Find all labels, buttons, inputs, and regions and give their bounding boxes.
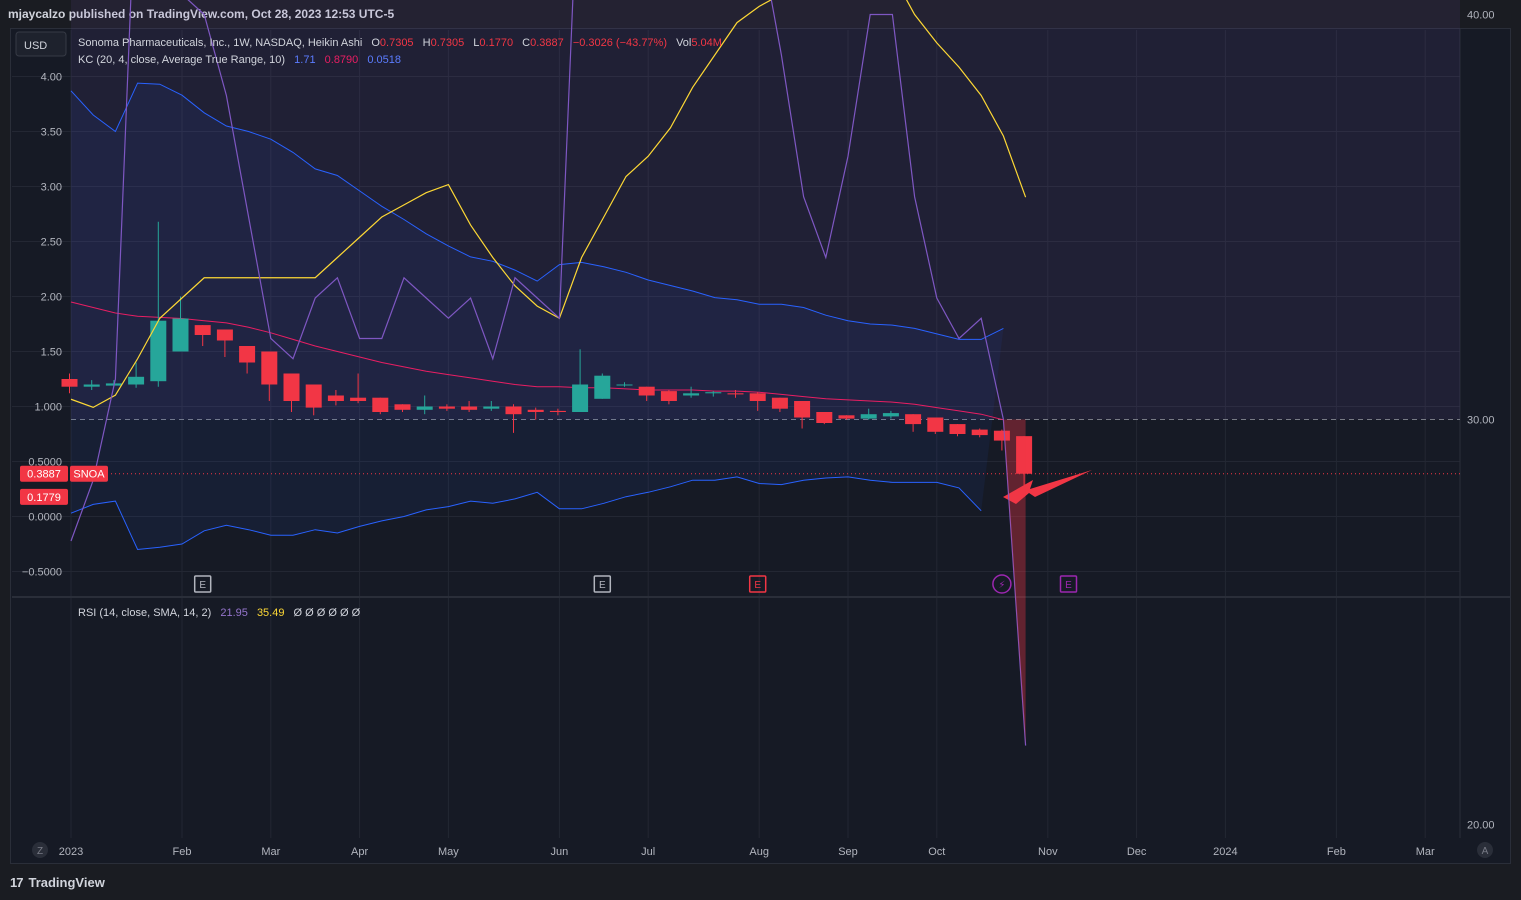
event-marker-label: ⚡ <box>998 580 1005 591</box>
time-tick-label: Sep <box>838 846 858 858</box>
price-tick-label: −0.5000 <box>22 567 62 579</box>
candle-body <box>461 406 478 410</box>
event-marker-label: E <box>599 580 606 591</box>
candle-body <box>327 395 344 401</box>
time-tick-label: Jul <box>641 846 655 858</box>
candle-body <box>239 346 256 363</box>
time-tick-label: Feb <box>173 846 192 858</box>
time-tick-label: Aug <box>749 846 769 858</box>
candle-body <box>416 406 433 410</box>
price-tick-label: 3.50 <box>41 127 62 139</box>
low-price-label: 0.1779 <box>27 492 61 504</box>
time-tick-label: 2024 <box>1213 846 1237 858</box>
rsi-tick-label: 30.00 <box>1467 415 1495 427</box>
event-marker-label: E <box>1065 580 1072 591</box>
tradingview-logo-icon: 17 <box>10 874 24 890</box>
candle-body <box>572 384 589 412</box>
ticker-label: SNOA <box>73 469 105 481</box>
candle-body <box>283 373 300 401</box>
price-tick-label: 1.000 <box>34 402 62 414</box>
candle-body <box>372 397 389 412</box>
legend-symbol-line: Sonoma Pharmaceuticals, Inc., 1W, NASDAQ… <box>78 37 722 49</box>
currency-label: USD <box>24 40 47 52</box>
time-tick-label: May <box>438 846 459 858</box>
time-tick-label: Mar <box>1416 846 1435 858</box>
candle-body <box>61 379 78 387</box>
rsi-tick-label: 20.00 <box>1467 820 1495 832</box>
candle-body <box>838 415 855 419</box>
candle-body <box>860 414 877 419</box>
candle-body <box>616 384 633 386</box>
candle-body <box>749 393 766 401</box>
candle-body <box>261 351 278 385</box>
event-markers: E E E ⚡ E <box>193 574 1078 594</box>
candle-body <box>505 406 522 415</box>
candle-body <box>771 397 788 409</box>
legend-kc-line: KC (20, 4, close, Average True Range, 10… <box>78 54 401 66</box>
time-tick-label: Mar <box>261 846 280 858</box>
footer-brand-text: TradingView <box>28 874 105 890</box>
candle-body <box>305 384 322 408</box>
candle-body <box>172 318 189 352</box>
candle-body <box>638 386 655 396</box>
time-tick-label: Oct <box>928 846 945 858</box>
last-price-label: 0.3887 <box>27 469 61 481</box>
time-tick-label: Nov <box>1038 846 1058 858</box>
candle-body <box>549 410 566 412</box>
time-tick-label: Feb <box>1327 846 1346 858</box>
rsi-tick-label: 40.00 <box>1467 10 1495 22</box>
event-marker-label: E <box>754 580 761 591</box>
candle-body <box>927 417 944 432</box>
time-tick-label: 2023 <box>59 846 83 858</box>
candle-body <box>83 384 100 387</box>
rsi-axis: 70.0060.0050.0040.0030.0020.00 <box>1467 10 1495 832</box>
price-tick-label: 2.50 <box>41 237 62 249</box>
candle-body <box>594 375 611 399</box>
candle-body <box>971 429 988 436</box>
candle-body <box>527 409 544 412</box>
price-tick-label: 1.50 <box>41 347 62 359</box>
event-marker-label: E <box>199 580 206 591</box>
candle-body <box>727 393 744 395</box>
candle-body <box>794 401 811 418</box>
candle-body <box>394 404 411 410</box>
zoom-label: Z <box>37 846 43 857</box>
price-tick-label: 4.00 <box>41 72 62 84</box>
footer-brand[interactable]: 17 TradingView <box>10 872 105 892</box>
price-tick-label: 2.00 <box>41 292 62 304</box>
time-axis: 2023 Feb Mar Apr May Jun Jul Aug Sep Oct Nov Dec 202… <box>59 846 1435 858</box>
legend-rsi-line: RSI (14, close, SMA, 14, 2) 21.95 35.49 … <box>78 607 361 619</box>
candle-body <box>905 414 922 425</box>
candle-body <box>816 412 833 423</box>
candle-body <box>216 329 233 341</box>
candle-body <box>438 406 455 409</box>
candle-body <box>483 406 500 409</box>
candle-body <box>150 320 167 382</box>
price-tick-label: 0.0000 <box>28 512 62 524</box>
time-tick-label: Dec <box>1127 846 1147 858</box>
candle-body <box>949 424 966 434</box>
time-tick-label: Jun <box>551 846 569 858</box>
candle-body <box>705 392 722 394</box>
chart-svg[interactable]: 4.003.503.002.502.001.501.0000.50000.000… <box>0 0 1521 900</box>
candle-body <box>660 391 677 401</box>
candle-body <box>194 325 211 335</box>
candle-body <box>350 397 367 401</box>
candle-body <box>882 413 899 417</box>
time-tick-label: Apr <box>351 846 368 858</box>
auto-scale-label: A <box>1482 846 1489 857</box>
candle-body <box>128 376 145 385</box>
candle-body <box>683 393 700 396</box>
price-tick-label: 3.00 <box>41 182 62 194</box>
